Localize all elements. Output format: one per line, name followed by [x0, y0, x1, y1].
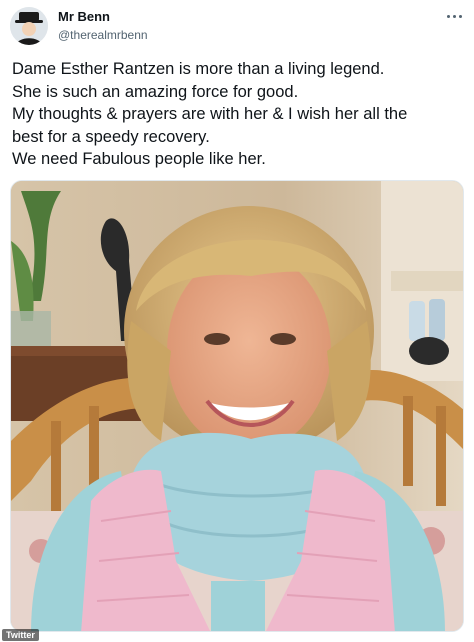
tweet-text-line: She is such an amazing force for good.: [12, 82, 299, 101]
author-names: Mr Benn @therealmrbenn: [58, 8, 148, 44]
tweet-photo[interactable]: [10, 180, 464, 632]
tweet-text-line: We need Fabulous people like her.: [12, 150, 266, 168]
photo-portrait-image: [11, 181, 463, 631]
avatar[interactable]: [10, 7, 48, 45]
tweet-header: Mr Benn @therealmrbenn: [10, 6, 148, 46]
tweet-text-line: My thoughts & prayers are with her & I w…: [12, 105, 408, 123]
author-handle[interactable]: @therealmrbenn: [58, 26, 148, 44]
tweet-card: Mr Benn @therealmrbenn Dame Esther Rantz…: [0, 0, 474, 642]
more-options-icon[interactable]: [442, 6, 466, 26]
tweet-text-line: Dame Esther Rantzen is more than a livin…: [12, 60, 385, 78]
avatar-icon: [10, 7, 48, 45]
author-display-name[interactable]: Mr Benn: [58, 8, 148, 26]
tweet-text-line: best for a speedy recovery.: [12, 127, 210, 146]
twitter-watermark: Twitter: [2, 629, 39, 641]
tweet-text: Dame Esther Rantzen is more than a livin…: [12, 58, 468, 171]
